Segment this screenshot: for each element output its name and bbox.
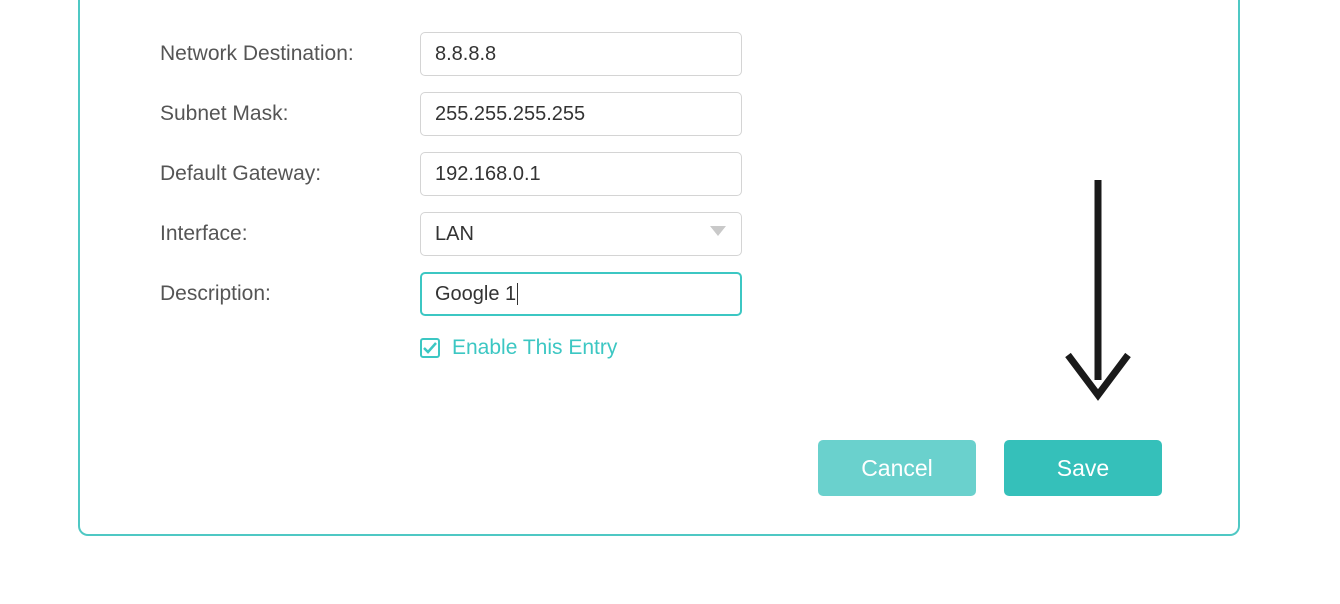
label-enable-entry[interactable]: Enable This Entry (452, 336, 617, 360)
select-interface[interactable]: LAN (420, 212, 742, 256)
input-network-destination[interactable] (420, 32, 742, 76)
check-icon (423, 342, 437, 354)
input-subnet-mask[interactable] (420, 92, 742, 136)
row-enable-entry: Enable This Entry (420, 336, 1238, 360)
input-description-value: Google 1 (435, 283, 516, 306)
row-network-destination: Network Destination: (160, 32, 1238, 76)
label-subnet-mask: Subnet Mask: (160, 102, 420, 126)
row-interface: Interface: LAN (160, 212, 1238, 256)
text-cursor (517, 283, 518, 305)
input-default-gateway[interactable] (420, 152, 742, 196)
label-interface: Interface: (160, 222, 420, 246)
form-panel: Network Destination: Subnet Mask: Defaul… (78, 0, 1240, 536)
input-description[interactable]: Google 1 (420, 272, 742, 316)
label-network-destination: Network Destination: (160, 42, 420, 66)
row-subnet-mask: Subnet Mask: (160, 92, 1238, 136)
label-default-gateway: Default Gateway: (160, 162, 420, 186)
label-description: Description: (160, 282, 420, 306)
checkbox-enable-entry[interactable] (420, 338, 440, 358)
cancel-button[interactable]: Cancel (818, 440, 976, 496)
button-row: Cancel Save (818, 440, 1162, 496)
save-button[interactable]: Save (1004, 440, 1162, 496)
row-description: Description: Google 1 (160, 272, 1238, 316)
row-default-gateway: Default Gateway: (160, 152, 1238, 196)
select-interface-value: LAN (435, 223, 474, 246)
form-area: Network Destination: Subnet Mask: Defaul… (80, 0, 1238, 360)
